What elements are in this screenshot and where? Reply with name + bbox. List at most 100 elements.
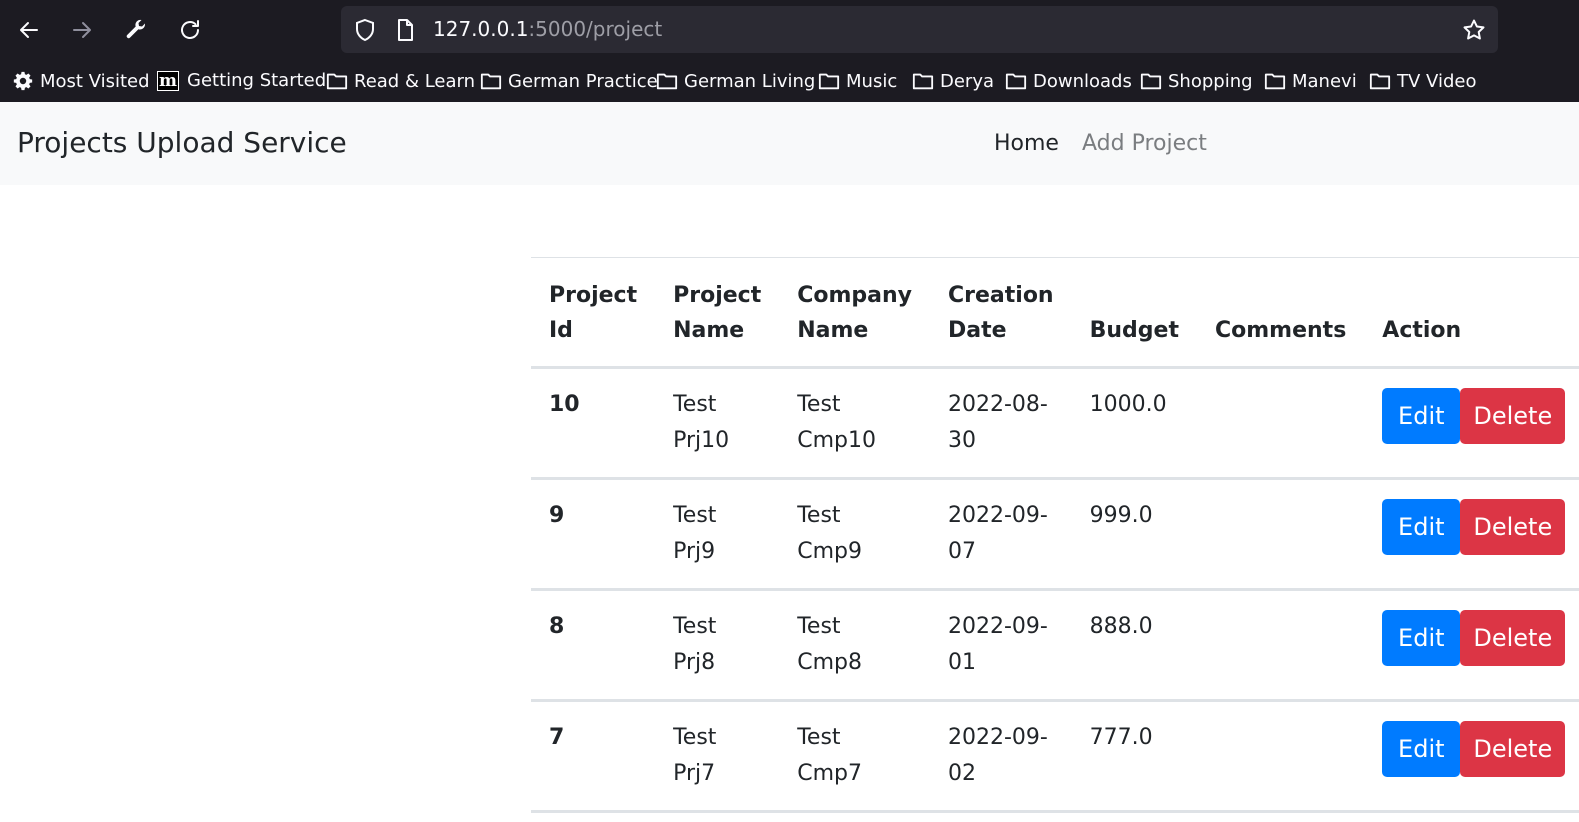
bookmark-getting-started[interactable]: m Getting Started [157, 70, 326, 91]
cell-budget: 777.0 [1071, 700, 1197, 813]
nav-add-project-link[interactable]: Add Project [1082, 131, 1207, 156]
cell-action: Edit Delete [1364, 367, 1579, 480]
folder-icon [1005, 73, 1027, 90]
nav-home-link[interactable]: Home [994, 131, 1059, 156]
bookmark-music[interactable]: Music [818, 70, 897, 92]
folder-icon [1264, 73, 1286, 90]
delete-button[interactable]: Delete [1460, 499, 1566, 555]
header-project-id: Project Id [531, 257, 656, 369]
edit-button[interactable]: Edit [1382, 721, 1461, 777]
header-text: Company [797, 283, 912, 308]
bookmarks-toolbar: Most Visited m Getting Started Read & Le… [0, 62, 1579, 102]
table-row: 9 Test Prj9 Test Cmp9 2022-09-07 999.0 Edi… [531, 478, 1579, 591]
header-text: Name [797, 318, 869, 343]
header-text: Project [549, 283, 638, 308]
cell-company-name: Test Cmp7 [779, 700, 930, 813]
projects-table-container: Project Id Project Name Company Name Creati… [531, 257, 1579, 813]
cell-project-name: Test Prj8 [655, 589, 780, 702]
bookmark-label: Shopping [1168, 70, 1253, 92]
cell-project-name: Test Prj7 [655, 700, 780, 813]
cell-action: Edit Delete [1364, 700, 1579, 813]
cell-project-id: 10 [531, 367, 656, 480]
page-icon [398, 19, 413, 41]
edit-button[interactable]: Edit [1382, 610, 1461, 666]
browser-toolbar: 127.0.0.1:5000/project [0, 0, 1579, 62]
cell-creation-date: 2022-09-02 [930, 700, 1072, 813]
m-logo-icon: m [157, 70, 179, 91]
bookmark-shopping[interactable]: Shopping [1140, 70, 1253, 92]
cell-project-name: Test Prj9 [655, 478, 780, 591]
cell-project-id: 7 [531, 700, 656, 813]
cell-text: Cmp8 [797, 650, 862, 675]
forward-button[interactable] [64, 12, 100, 48]
cell-text: Test [673, 614, 717, 639]
bookmark-label: TV Video [1397, 70, 1477, 92]
cell-comments [1196, 589, 1365, 702]
cell-text: Cmp10 [797, 428, 876, 453]
delete-button[interactable]: Delete [1460, 388, 1566, 444]
header-budget: Budget [1071, 257, 1197, 369]
table-row: 7 Test Prj7 Test Cmp7 2022-09-02 777.0 Edi… [531, 700, 1579, 813]
cell-creation-date: 2022-09-01 [930, 589, 1072, 702]
folder-icon [1140, 73, 1162, 90]
cell-text: Test [673, 392, 717, 417]
cell-project-id: 9 [531, 478, 656, 591]
bookmark-manevi[interactable]: Manevi [1264, 70, 1357, 92]
browser-chrome: 127.0.0.1:5000/project Most Visited m Ge… [0, 0, 1579, 102]
cell-comments [1196, 367, 1365, 480]
cell-project-id: 8 [531, 589, 656, 702]
bookmark-label: Read & Learn [354, 70, 476, 92]
cell-action: Edit Delete [1364, 589, 1579, 702]
header-comments: Comments [1196, 257, 1365, 369]
bookmark-tv-video[interactable]: TV Video [1369, 70, 1476, 92]
bookmark-label: Downloads [1033, 70, 1132, 92]
url-text[interactable]: 127.0.0.1:5000/project [433, 17, 662, 41]
cell-text: Prj8 [673, 650, 716, 675]
table-header: Project Id Project Name Company Name Creati… [531, 257, 1579, 369]
reload-button[interactable] [172, 12, 208, 48]
folder-icon [1369, 73, 1391, 90]
cell-budget: 1000.0 [1071, 367, 1197, 480]
bookmark-label: Derya [940, 70, 995, 92]
reload-icon [181, 20, 199, 39]
address-bar[interactable]: 127.0.0.1:5000/project [341, 6, 1498, 53]
bookmark-label: Getting Started [187, 70, 327, 91]
cell-text: Prj7 [673, 761, 716, 786]
cell-action: Edit Delete [1364, 478, 1579, 591]
bookmark-downloads[interactable]: Downloads [1005, 70, 1132, 92]
cell-creation-date: 2022-08-30 [930, 367, 1072, 480]
bookmark-label: Manevi [1292, 70, 1357, 92]
customize-toolbar-button[interactable] [118, 12, 154, 48]
cell-text: Test [673, 503, 717, 528]
cell-company-name: Test Cmp10 [779, 367, 930, 480]
cell-text: Test [797, 392, 841, 417]
bookmark-read-learn[interactable]: Read & Learn [326, 70, 475, 92]
bookmark-german-practice[interactable]: German Practice [480, 70, 658, 92]
forward-arrow-icon [73, 22, 91, 38]
back-button[interactable] [11, 12, 47, 48]
bookmark-label: German Living [684, 70, 816, 92]
header-text: Name [673, 318, 745, 343]
url-path: :5000/project [528, 17, 663, 41]
navbar-brand[interactable]: Projects Upload Service [17, 126, 347, 159]
delete-button[interactable]: Delete [1460, 610, 1566, 666]
edit-button[interactable]: Edit [1382, 499, 1461, 555]
delete-button[interactable]: Delete [1460, 721, 1566, 777]
app-navbar: Projects Upload Service Home Add Project [0, 102, 1579, 185]
wrench-icon [126, 19, 145, 39]
cell-text: Cmp7 [797, 761, 862, 786]
bookmark-german-living[interactable]: German Living [656, 70, 815, 92]
cell-text: Test [673, 725, 717, 750]
bookmark-label: Most Visited [40, 70, 150, 92]
header-text: Project [673, 283, 762, 308]
bookmark-label: Music [846, 70, 898, 92]
cell-creation-date: 2022-09-07 [930, 478, 1072, 591]
shield-icon[interactable] [353, 18, 377, 42]
bookmark-derya[interactable]: Derya [912, 70, 994, 92]
edit-button[interactable]: Edit [1382, 388, 1461, 444]
table-row: 10 Test Prj10 Test Cmp10 2022-08-30 1000.0… [531, 367, 1579, 480]
bookmark-most-visited[interactable]: Most Visited [12, 70, 150, 92]
bookmark-label: German Practice [508, 70, 658, 92]
bookmark-star-icon[interactable] [1462, 18, 1486, 42]
header-creation-date: Creation Date [930, 257, 1072, 369]
